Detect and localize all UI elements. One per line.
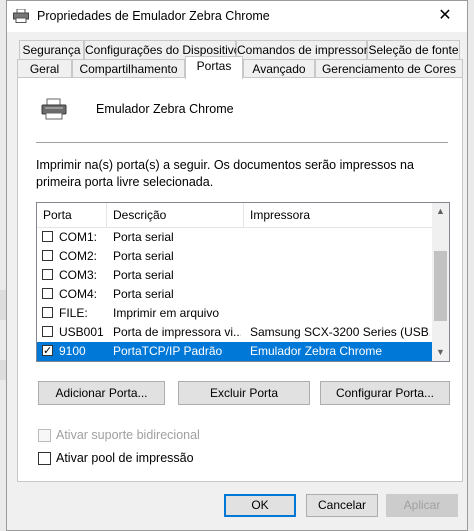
separator — [36, 142, 448, 143]
tab-selecao-fonte[interactable]: Seleção de fonte — [367, 40, 460, 60]
port-description: Porta de impressora vi... — [113, 325, 241, 339]
scroll-down-icon[interactable]: ▼ — [432, 344, 449, 361]
port-row[interactable]: COM2: Porta serial — [37, 247, 433, 266]
ports-tab-panel: Emulador Zebra Chrome Imprimir na(s) por… — [17, 77, 463, 482]
port-row[interactable]: FILE: Imprimir em arquivo — [37, 304, 433, 323]
column-header-impressora[interactable]: Impressora — [244, 203, 433, 227]
port-checkbox[interactable] — [42, 342, 53, 361]
port-description: PortaTCP/IP Padrão — [113, 344, 223, 358]
port-checkbox[interactable] — [42, 269, 53, 280]
ports-description: Imprimir na(s) porta(s) a seguir. Os doc… — [36, 158, 414, 189]
port-checkbox[interactable] — [42, 288, 53, 299]
printer-name: Emulador Zebra Chrome — [96, 102, 234, 116]
scroll-up-icon[interactable]: ▲ — [432, 203, 449, 220]
scroll-thumb[interactable] — [434, 251, 447, 321]
tab-geral[interactable]: Geral — [17, 59, 72, 79]
port-name: COM3: — [59, 268, 98, 282]
port-checkbox[interactable] — [42, 326, 53, 337]
port-row[interactable]: COM4: Porta serial — [37, 285, 433, 304]
checkbox-box — [38, 452, 51, 465]
port-checkbox[interactable] — [42, 231, 53, 242]
ports-list[interactable]: Porta Descrição Impressora COM1: Porta se… — [36, 202, 450, 362]
checkbox-box — [38, 429, 51, 442]
tab-comandos-impressora[interactable]: Comandos de impressora — [236, 40, 374, 60]
port-name: USB001 — [59, 325, 104, 339]
ports-list-scrollbar[interactable]: ▲ ▼ — [432, 203, 449, 361]
ok-button[interactable]: OK — [224, 494, 296, 517]
delete-port-button[interactable]: Excluir Porta — [178, 381, 310, 405]
port-description: Porta serial — [113, 230, 174, 244]
tab-portas[interactable]: Portas — [185, 56, 243, 79]
tab-seguranca[interactable]: Segurança — [19, 40, 84, 60]
port-description: Porta serial — [113, 268, 174, 282]
port-name: FILE: — [59, 306, 88, 320]
close-button[interactable]: ✕ — [427, 4, 463, 28]
column-header-porta[interactable]: Porta — [37, 203, 107, 227]
port-printer: Emulador Zebra Chrome — [250, 344, 383, 358]
port-row[interactable]: COM1: Porta serial — [37, 228, 433, 247]
ports-list-header: Porta Descrição Impressora — [37, 203, 433, 228]
tab-gerenciamento-cores[interactable]: Gerenciamento de Cores — [315, 59, 463, 79]
close-icon: ✕ — [438, 7, 452, 24]
window-title: Propriedades de Emulador Zebra Chrome — [37, 9, 270, 23]
port-printer: Samsung SCX-3200 Series (USB... — [250, 325, 430, 339]
printer-properties-dialog: Propriedades de Emulador Zebra Chrome ✕ … — [6, 0, 468, 531]
port-name: 9100 — [59, 344, 86, 358]
printer-icon — [41, 98, 67, 120]
port-row[interactable]: 9100 PortaTCP/IP Padrão Emulador Zebra Chr… — [37, 342, 433, 361]
tab-avancado[interactable]: Avançado — [243, 59, 315, 79]
printer-title-icon — [13, 9, 29, 23]
apply-button[interactable]: Aplicar — [386, 494, 458, 517]
port-checkbox[interactable] — [42, 307, 53, 318]
column-header-descricao[interactable]: Descrição — [107, 203, 244, 227]
port-name: COM1: — [59, 230, 98, 244]
port-row[interactable]: USB001 Porta de impressora vi... Samsung S… — [37, 323, 433, 342]
port-description: Porta serial — [113, 287, 174, 301]
cancel-button[interactable]: Cancelar — [306, 494, 378, 517]
port-name: COM4: — [59, 287, 98, 301]
configure-port-button[interactable]: Configurar Porta... — [320, 381, 450, 405]
add-port-button[interactable]: Adicionar Porta... — [38, 381, 165, 405]
port-name: COM2: — [59, 249, 98, 263]
port-row[interactable]: COM3: Porta serial — [37, 266, 433, 285]
port-description: Imprimir em arquivo — [113, 306, 220, 320]
tab-compartilhamento[interactable]: Compartilhamento — [72, 59, 185, 79]
port-checkbox[interactable] — [42, 250, 53, 261]
title-bar: Propriedades de Emulador Zebra Chrome ✕ — [7, 1, 467, 32]
port-description: Porta serial — [113, 249, 174, 263]
